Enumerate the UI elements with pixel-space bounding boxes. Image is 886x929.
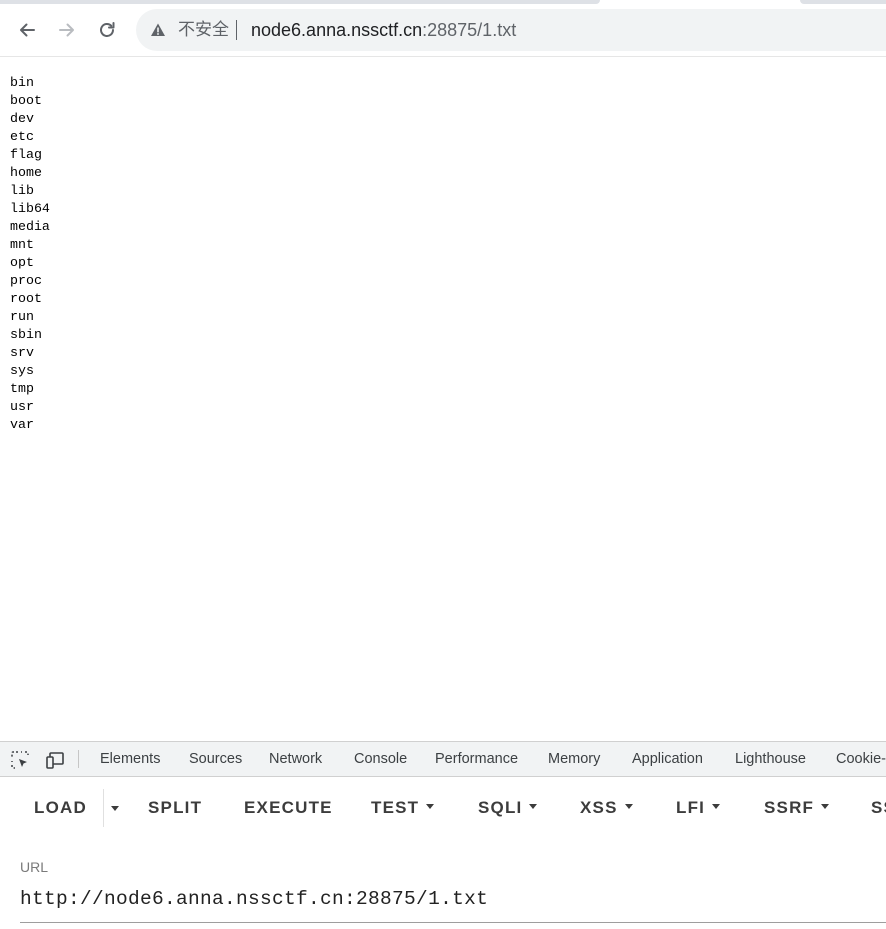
xss-label: XSS (580, 798, 618, 817)
sqli-label: SQLI (478, 798, 523, 817)
list-item: lib64 (10, 201, 50, 216)
address-separator (236, 20, 237, 40)
chevron-down-icon (624, 804, 633, 810)
list-item: bin (10, 75, 34, 90)
test-menu-button[interactable]: TEST (371, 797, 435, 819)
list-item: dev (10, 111, 34, 126)
warning-icon[interactable] (150, 22, 166, 38)
list-item: flag (10, 147, 42, 162)
url-field[interactable] (20, 886, 886, 923)
list-item: tmp (10, 381, 34, 396)
devtools-divider (78, 750, 79, 768)
browser-toolbar: 不安全 node6.anna.nssctf.cn:28875/1.txt (0, 4, 886, 57)
list-item: var (10, 417, 34, 432)
load-button[interactable]: LOAD (34, 797, 87, 819)
forward-button[interactable] (51, 14, 83, 46)
list-item: media (10, 219, 50, 234)
tab-performance[interactable]: Performance (435, 751, 518, 767)
tab-network[interactable]: Network (269, 751, 322, 767)
list-item: opt (10, 255, 34, 270)
load-options-dropdown[interactable] (111, 806, 119, 811)
ssrf-label: SSRF (764, 798, 815, 817)
hackbar-panel: LOAD SPLIT EXECUTE TEST SQLI XSS LFI SSR… (0, 777, 886, 929)
list-item: sbin (10, 327, 42, 342)
tab-memory[interactable]: Memory (548, 751, 600, 767)
tab-lighthouse[interactable]: Lighthouse (735, 751, 806, 767)
tab-cookie-editor[interactable]: Cookie- (836, 751, 886, 767)
chevron-down-icon (712, 804, 721, 810)
list-item: proc (10, 273, 42, 288)
list-item: etc (10, 129, 34, 144)
list-item: sys (10, 363, 34, 378)
devtools-tabbar: Elements Sources Network Console Perform… (0, 742, 886, 777)
url-path: :28875/1.txt (422, 20, 517, 40)
list-item: usr (10, 399, 34, 414)
url-input[interactable] (20, 886, 886, 912)
execute-button[interactable]: EXECUTE (244, 797, 333, 819)
tab-elements[interactable]: Elements (100, 751, 160, 767)
ssrf-menu-button[interactable]: SSRF (764, 797, 830, 819)
list-item: boot (10, 93, 42, 108)
test-label: TEST (371, 798, 420, 817)
chevron-down-icon (426, 804, 435, 810)
lfi-menu-button[interactable]: LFI (676, 797, 721, 819)
list-item: home (10, 165, 42, 180)
list-item: mnt (10, 237, 34, 252)
tab-sources[interactable]: Sources (189, 751, 242, 767)
back-button[interactable] (11, 14, 43, 46)
arrow-right-icon (59, 23, 74, 37)
security-label[interactable]: 不安全 (178, 20, 229, 40)
xss-menu-button[interactable]: XSS (580, 797, 633, 819)
more-menu-button[interactable]: SS (871, 797, 886, 819)
devtools-panel: Elements Sources Network Console Perform… (0, 741, 886, 929)
chevron-down-icon (821, 804, 830, 810)
list-item: lib (10, 183, 34, 198)
reload-icon (100, 22, 115, 37)
tab-application[interactable]: Application (632, 751, 703, 767)
url-label: URL (20, 859, 49, 875)
lfi-label: LFI (676, 798, 706, 817)
tab-console[interactable]: Console (354, 751, 407, 767)
sqli-menu-button[interactable]: SQLI (478, 797, 538, 819)
url-host: node6.anna.nssctf.cn (251, 20, 423, 40)
address-bar[interactable]: 不安全 node6.anna.nssctf.cn:28875/1.txt (136, 9, 886, 51)
split-button[interactable]: SPLIT (148, 797, 202, 819)
load-split-divider (103, 789, 104, 827)
page-content: bin boot dev etc flag home lib lib64 med… (10, 74, 50, 434)
chevron-down-icon (529, 804, 538, 810)
reload-button[interactable] (91, 14, 123, 46)
list-item: root (10, 291, 42, 306)
list-item: srv (10, 345, 34, 360)
device-toolbar-icon[interactable] (45, 750, 65, 770)
address-url[interactable]: node6.anna.nssctf.cn:28875/1.txt (251, 19, 516, 41)
inspect-element-icon[interactable] (10, 750, 30, 770)
arrow-left-icon (20, 23, 35, 37)
list-item: run (10, 309, 34, 324)
